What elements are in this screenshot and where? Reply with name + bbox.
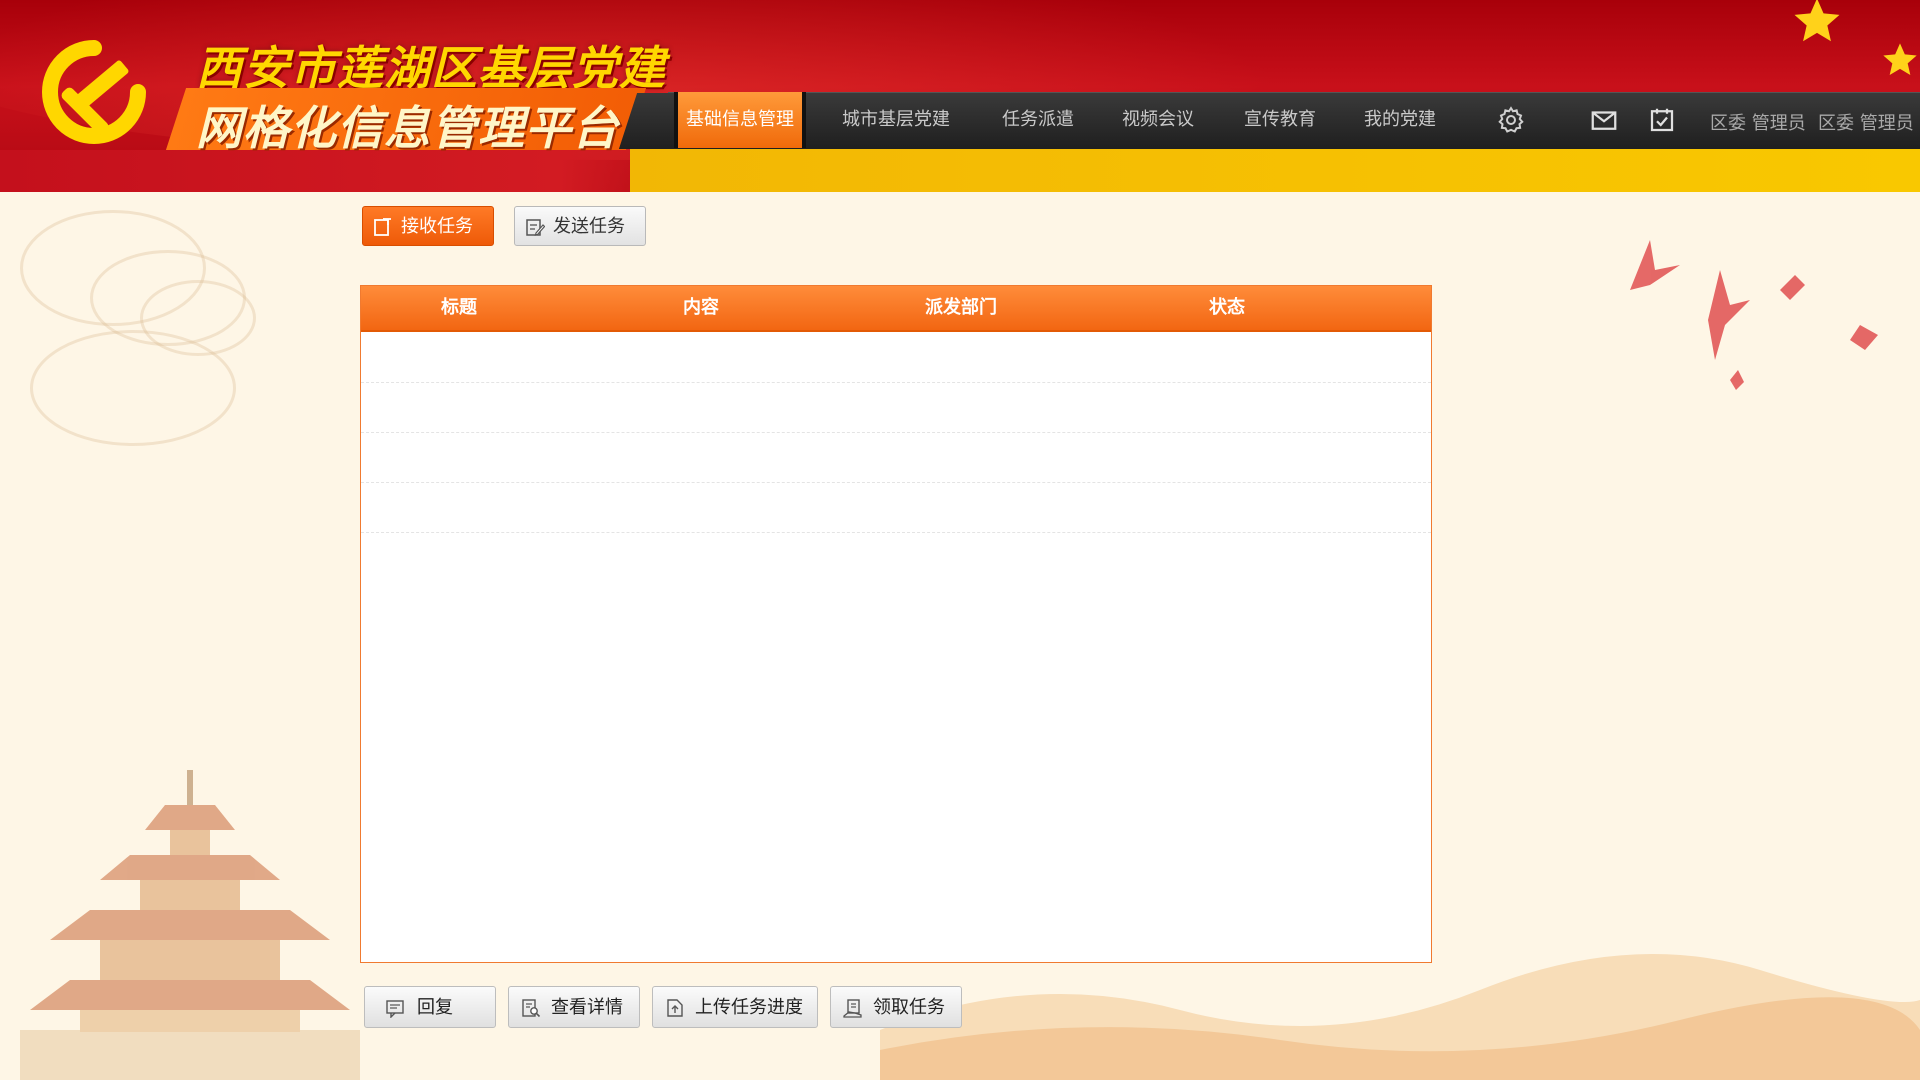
table-row[interactable] <box>361 482 1431 533</box>
column-header-department[interactable]: 派发部门 <box>925 286 997 330</box>
claim-task-label: 领取任务 <box>873 997 945 1018</box>
nav-item-task-dispatch[interactable]: 任务派遣 <box>1002 92 1074 148</box>
view-details-label: 查看详情 <box>551 997 623 1018</box>
nav-item-my-party[interactable]: 我的党建 <box>1364 92 1436 148</box>
upload-progress-button[interactable]: 上传任务进度 <box>652 986 818 1028</box>
table-header: 标题 内容 派发部门 状态 <box>361 286 1431 332</box>
star-icon <box>1883 43 1917 75</box>
platform-title-line2: 网格化信息管理平台 <box>196 101 619 155</box>
calendar-check-icon[interactable] <box>1647 105 1677 135</box>
party-emblem-logo <box>42 40 146 144</box>
header: 西安市莲湖区基层党建 网格化信息管理平台 基础信息管理 城市基层党建 任务派遣 … <box>0 0 1920 192</box>
doves-decor <box>1630 240 1878 390</box>
reply-icon <box>386 1000 404 1018</box>
current-user-label[interactable]: 区委 管理员 <box>1710 92 1806 148</box>
upload-progress-label: 上传任务进度 <box>695 997 803 1018</box>
nav-item-urban-party[interactable]: 城市基层党建 <box>842 92 950 148</box>
nav-item-education[interactable]: 宣传教育 <box>1244 92 1316 148</box>
reply-label: 回复 <box>417 997 453 1018</box>
nav-item-video-meeting[interactable]: 视频会议 <box>1122 92 1194 148</box>
star-icon <box>1794 0 1840 42</box>
claim-task-button[interactable]: 领取任务 <box>830 986 962 1028</box>
column-header-status[interactable]: 状态 <box>1209 286 1245 330</box>
claim-document-icon <box>843 999 862 1018</box>
receive-task-label: 接收任务 <box>401 216 473 237</box>
table-row[interactable] <box>361 382 1431 433</box>
mail-icon[interactable] <box>1589 105 1619 135</box>
view-details-button[interactable]: 查看详情 <box>508 986 640 1028</box>
column-header-content[interactable]: 内容 <box>683 286 719 330</box>
header-yellow-band <box>630 148 1920 192</box>
receive-task-button[interactable]: 接收任务 <box>362 206 494 246</box>
table-row[interactable] <box>361 332 1431 383</box>
bell-tower-illustration <box>20 770 360 1080</box>
receive-task-icon <box>374 218 391 236</box>
column-header-title[interactable]: 标题 <box>441 286 477 330</box>
edit-document-icon <box>526 219 545 236</box>
send-task-button[interactable]: 发送任务 <box>514 206 646 246</box>
nav-item-basic-info[interactable]: 基础信息管理 <box>674 92 806 148</box>
current-user-label-2[interactable]: 区委 管理员 <box>1818 92 1914 148</box>
send-task-label: 发送任务 <box>553 216 625 237</box>
upload-document-icon <box>667 999 683 1017</box>
table-row[interactable] <box>361 432 1431 483</box>
reply-button[interactable]: 回复 <box>364 986 496 1028</box>
document-search-icon <box>522 999 541 1018</box>
task-table: 标题 内容 派发部门 状态 <box>360 285 1432 963</box>
gear-icon[interactable] <box>1496 105 1526 135</box>
